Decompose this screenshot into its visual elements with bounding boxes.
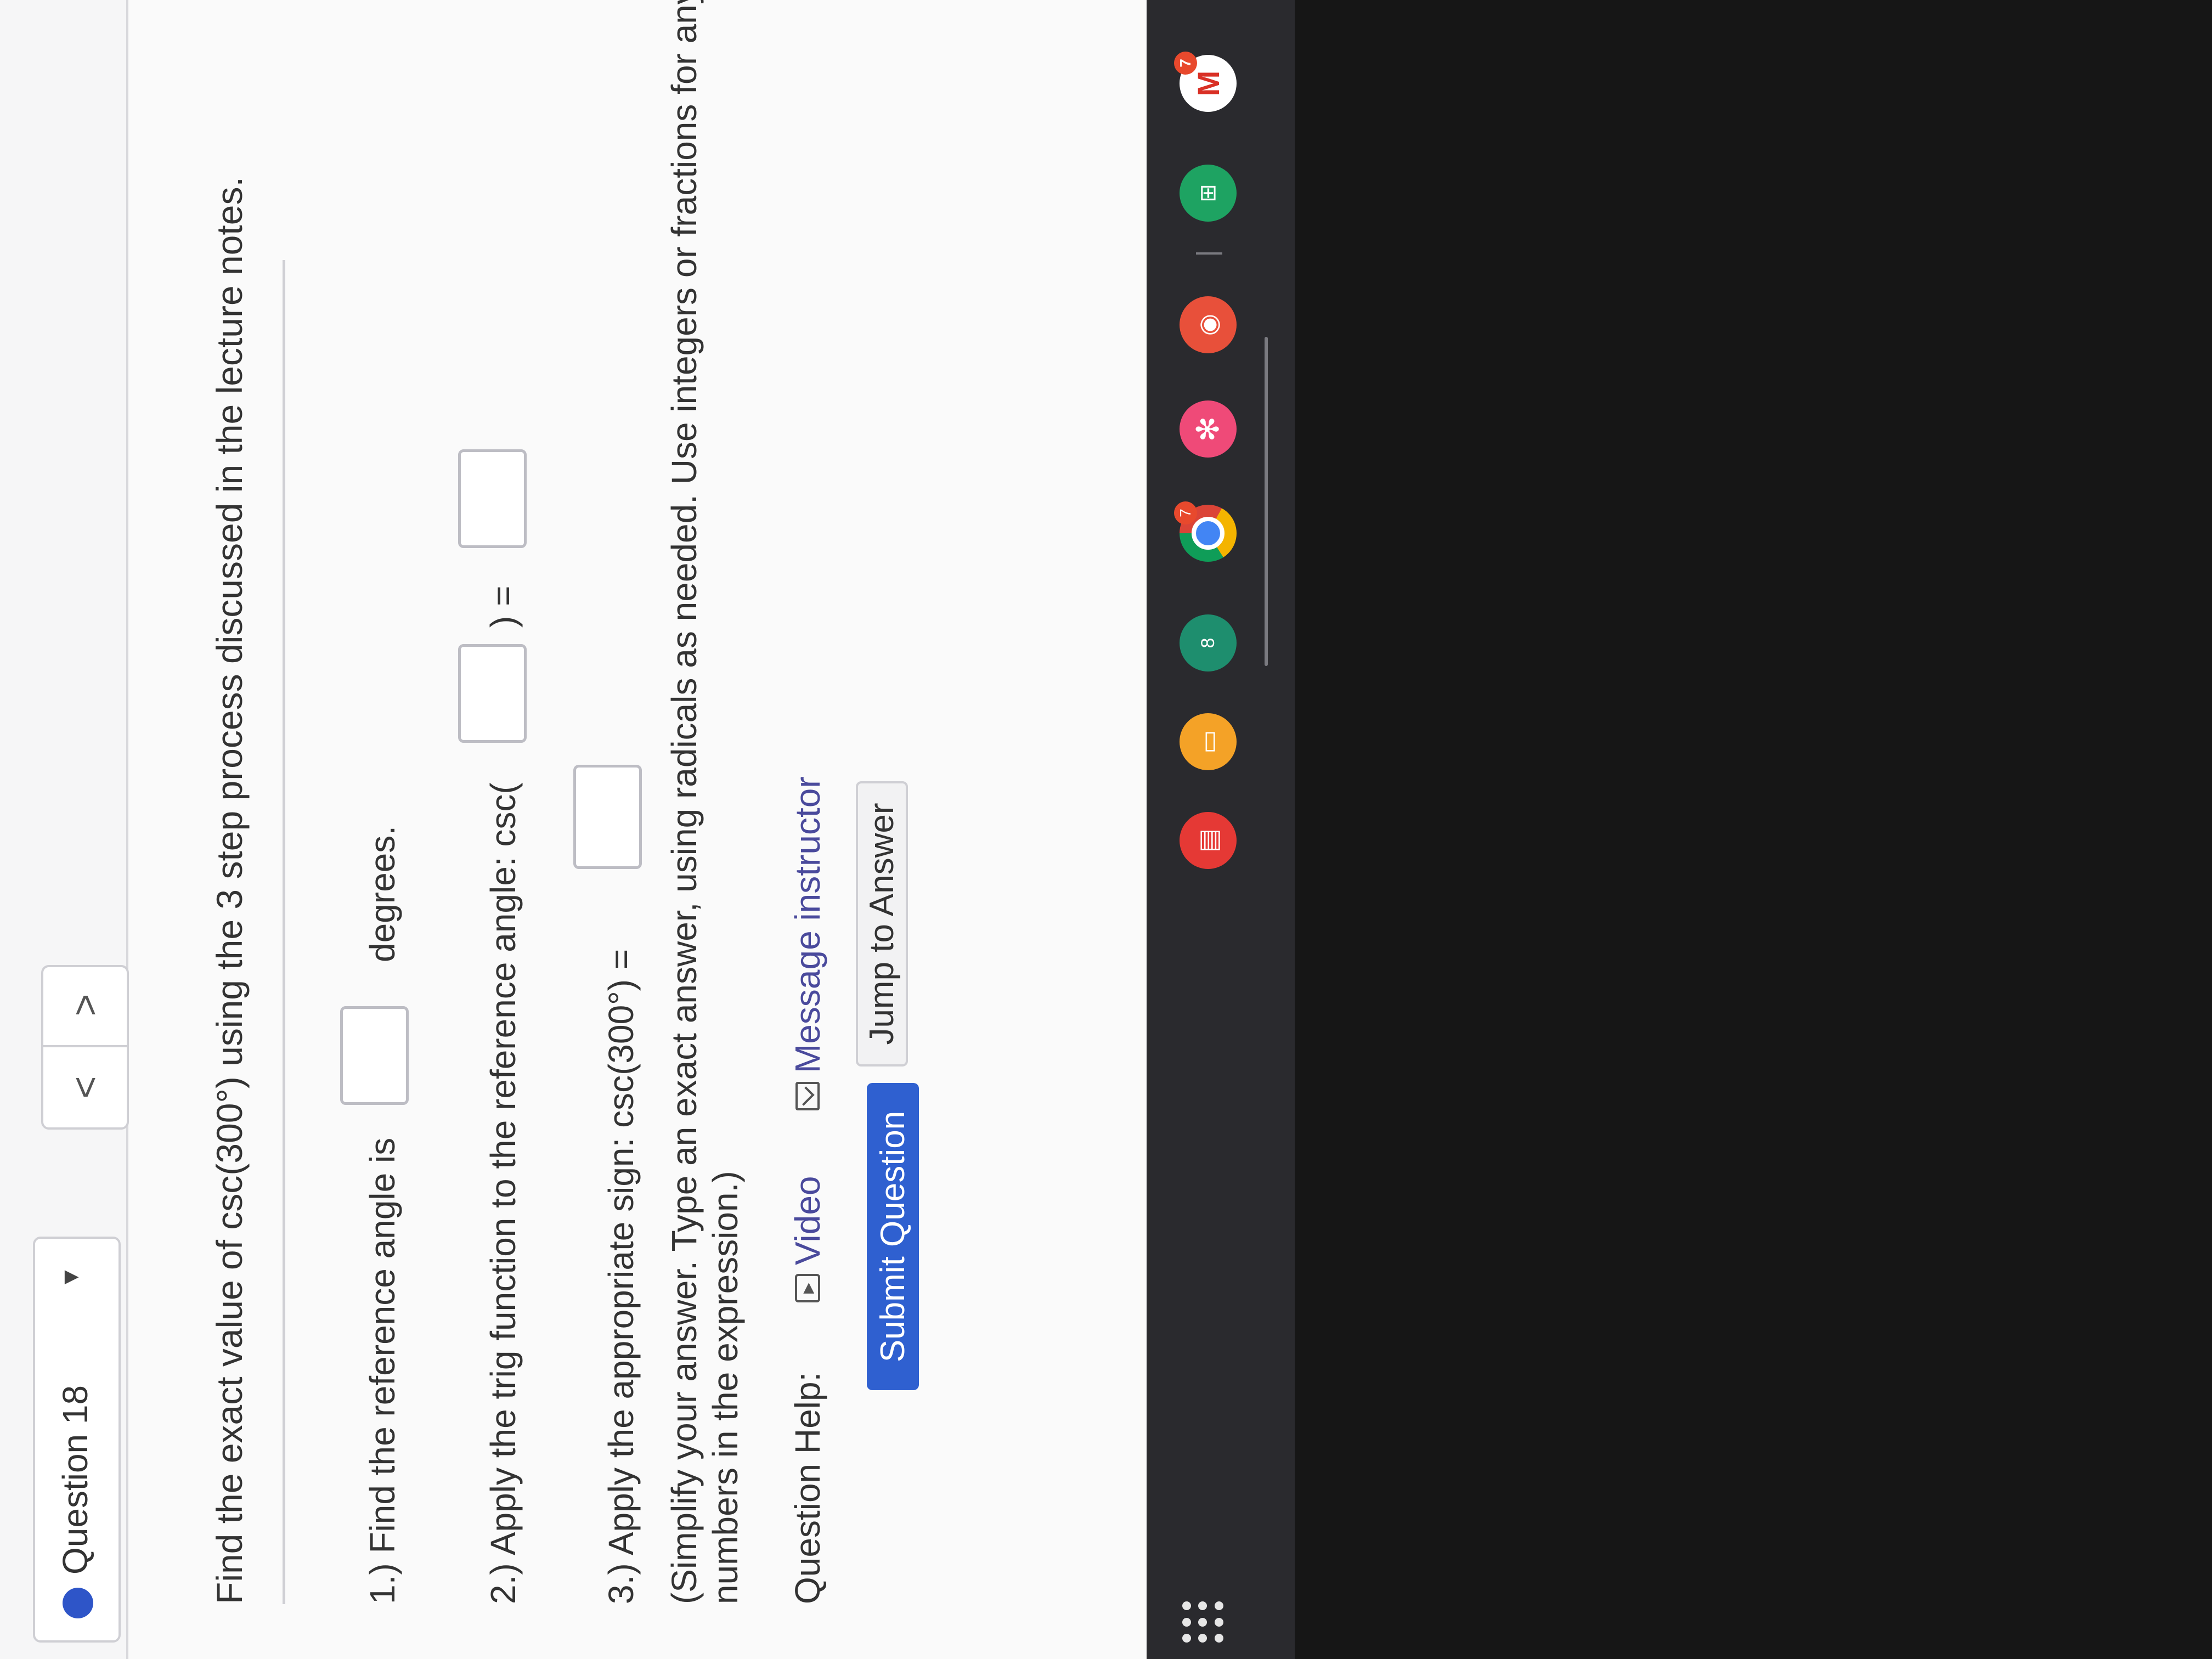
step2-equals: ) = — [483, 585, 523, 628]
sheets-app-icon[interactable]: ⊞ — [1180, 165, 1237, 222]
question-selector[interactable]: Question 18 ▼ — [33, 1237, 121, 1643]
question-header: Question 18 ▼ < > — [0, 0, 129, 1659]
next-question-button[interactable]: > — [43, 965, 127, 1045]
question-nav: < > — [41, 965, 129, 1130]
message-instructor-label: Message instructor — [788, 776, 827, 1073]
chrome-notification-badge: 7 — [1174, 501, 1197, 524]
chrome-app-icon[interactable]: 7 — [1174, 501, 1237, 562]
question-prompt: Find the exact value of csc(300°) using … — [209, 177, 250, 1604]
video-link[interactable]: ▶ Video — [787, 1176, 828, 1302]
step2-label: 2.) Apply the trig function to the refer… — [483, 782, 523, 1604]
photos-app-icon[interactable]: ✻ — [1180, 400, 1237, 458]
screen: Question 18 ▼ < > Find the exact value o… — [0, 0, 1295, 1659]
active-app-indicator — [1265, 337, 1268, 666]
video-link-label: Video — [788, 1176, 827, 1265]
status-dot-icon — [63, 1588, 93, 1618]
question-title: Question 18 — [55, 1385, 95, 1575]
envelope-icon — [795, 1082, 820, 1110]
os-shelf: ▤ ▭ 8 7 ✻ ◉ ⊞ M 7 — [1147, 0, 1295, 1659]
jump-to-answer-button[interactable]: Jump to Answer — [856, 781, 908, 1066]
reference-angle-input[interactable] — [340, 1006, 409, 1105]
question-page: Question 18 ▼ < > Find the exact value o… — [0, 0, 1147, 1659]
chrome-center-icon — [1192, 517, 1224, 550]
keep-app-icon[interactable]: ▭ — [1180, 713, 1237, 770]
photo-stage: Question 18 ▼ < > Find the exact value o… — [0, 0, 2212, 1659]
question-help-label: Question Help: — [788, 1372, 827, 1604]
step3-label: 3.) Apply the appropriate sign: csc(300°… — [601, 949, 641, 1604]
play-video-icon: ▶ — [795, 1274, 820, 1302]
chevron-down-icon: ▼ — [57, 1265, 84, 1289]
classroom-app-icon[interactable]: 8 — [1180, 614, 1237, 672]
shelf-separator — [1196, 252, 1222, 255]
submit-question-button[interactable]: Submit Question — [867, 1083, 919, 1390]
gmail-glyph: M — [1190, 70, 1226, 97]
gmail-app-icon[interactable]: M 7 — [1174, 52, 1237, 112]
answer-instructions-line2: numbers in the expression.) — [706, 1171, 745, 1604]
answer-instructions-line1: (Simplify your answer. Type an exact ans… — [664, 0, 704, 1604]
step1-label: 1.) Find the reference angle is — [363, 1137, 402, 1604]
step1-unit: degrees. — [363, 825, 402, 962]
csc-reference-value-input[interactable] — [458, 449, 527, 548]
gmail-notification-badge: 7 — [1174, 52, 1197, 75]
previous-question-button[interactable]: < — [43, 1045, 127, 1127]
message-instructor-link[interactable]: Message instructor — [787, 776, 828, 1110]
divider — [283, 260, 285, 1604]
camera-app-icon[interactable]: ◉ — [1180, 296, 1237, 353]
launcher-grid-icon[interactable] — [1182, 1599, 1226, 1643]
final-answer-input[interactable] — [573, 765, 642, 869]
slides-app-icon[interactable]: ▤ — [1180, 812, 1237, 869]
csc-argument-input[interactable] — [458, 644, 527, 743]
